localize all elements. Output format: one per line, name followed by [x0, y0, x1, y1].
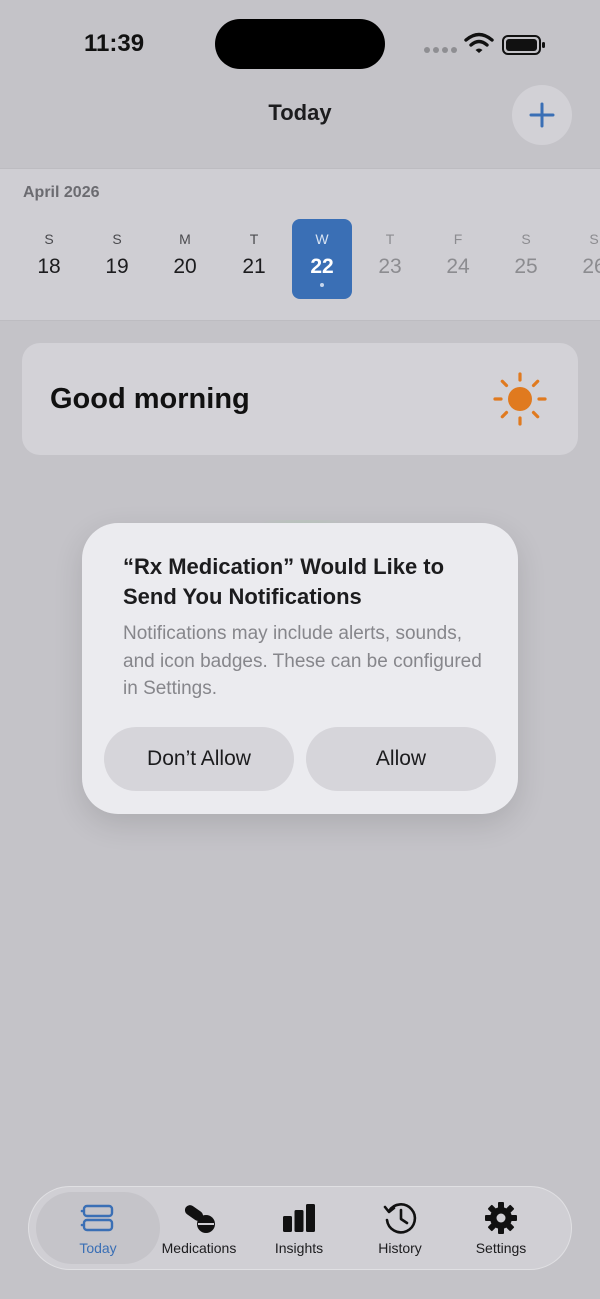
bar-chart-icon: [283, 1204, 315, 1232]
day-of-week: S: [44, 231, 54, 247]
day-number: 19: [105, 255, 129, 278]
day-number: 23: [378, 255, 402, 278]
add-button[interactable]: [512, 85, 572, 145]
battery-icon: [502, 35, 545, 55]
calendar-day[interactable]: M 20: [155, 219, 215, 299]
day-number: 18: [37, 255, 61, 278]
signal-dots-icon: [424, 47, 458, 53]
day-number: 25: [514, 255, 538, 278]
day-number: 26: [582, 255, 600, 278]
month-label: April 2026: [23, 184, 100, 201]
day-number: 20: [173, 255, 197, 278]
pills-icon: [184, 1205, 215, 1233]
calendar-day[interactable]: F 24: [428, 219, 488, 299]
day-number: 24: [446, 255, 470, 278]
status-time: 11:39: [84, 30, 145, 57]
wifi-icon: [464, 32, 494, 53]
plus-icon: [529, 102, 555, 128]
day-of-week: W: [315, 231, 329, 247]
allow-button[interactable]: Allow: [306, 727, 496, 791]
greeting-card: Good morning: [22, 343, 578, 455]
greeting-text: Good morning: [50, 383, 250, 415]
day-of-week: S: [112, 231, 122, 247]
sun-icon: [493, 372, 547, 426]
tab-history[interactable]: History: [350, 1186, 450, 1270]
gear-icon: [485, 1202, 517, 1234]
calendar-day[interactable]: S 25: [496, 219, 556, 299]
today-icon: [80, 1204, 114, 1232]
day-number: 22: [310, 255, 334, 278]
calendar-day[interactable]: T 23: [360, 219, 420, 299]
calendar-day[interactable]: T 21: [224, 219, 284, 299]
day-of-week: S: [589, 231, 599, 247]
scheduled-dot: [320, 283, 324, 287]
calendar-day[interactable]: S 26: [564, 219, 600, 299]
calendar-day[interactable]: S 19: [87, 219, 147, 299]
calendar-day[interactable]: S 18: [19, 219, 79, 299]
notification-permission-alert: “Rx Medication” Would Like to Send You N…: [82, 523, 518, 814]
tab-medications[interactable]: Medications: [149, 1186, 249, 1270]
day-of-week: F: [453, 231, 463, 247]
tab-settings[interactable]: Settings: [451, 1186, 551, 1270]
history-icon: [383, 1203, 417, 1234]
alert-message: Notifications may include alerts, sounds…: [123, 623, 482, 699]
calendar-day-selected[interactable]: W 22: [292, 219, 352, 299]
tab-today[interactable]: Today: [48, 1186, 148, 1270]
alert-title: “Rx Medication” Would Like to Send You N…: [123, 554, 445, 609]
dynamic-island: [215, 19, 385, 69]
day-number: 21: [242, 255, 266, 278]
dont-allow-button[interactable]: Don’t Allow: [104, 727, 294, 791]
week-calendar: April 2026 S 18 S 19 M 20 T 21 W 22 T 23…: [0, 168, 600, 321]
day-of-week: T: [385, 231, 395, 247]
day-of-week: S: [521, 231, 531, 247]
day-of-week: M: [179, 231, 191, 247]
day-of-week: T: [249, 231, 259, 247]
tab-bar: Today Medications Insights History Setti…: [28, 1186, 572, 1270]
tab-label: Settings: [475, 1240, 527, 1256]
tab-insights[interactable]: Insights: [249, 1186, 349, 1270]
page-title: Today: [268, 100, 332, 125]
